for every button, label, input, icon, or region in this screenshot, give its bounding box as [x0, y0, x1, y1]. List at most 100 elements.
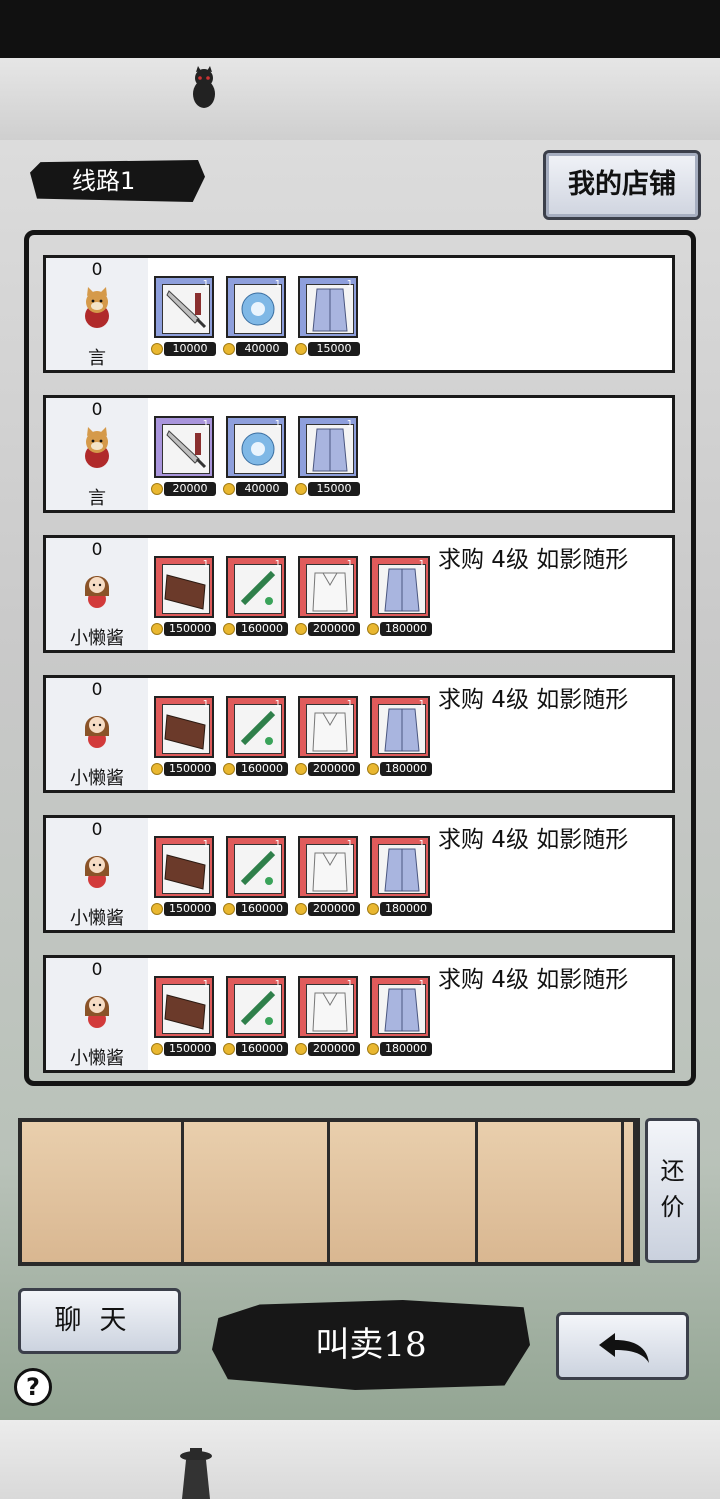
listing-card[interactable]: 0 小懒酱 1 150000 1 160000 1 200000 1 180000 求购 4级 如影…	[43, 675, 675, 793]
listing-count: 0	[91, 820, 103, 840]
price-row: 150000	[151, 1042, 221, 1056]
item-slot[interactable]: 1 180000	[367, 556, 432, 636]
girl-avatar-icon[interactable]	[79, 566, 115, 608]
seller-name: 言	[88, 488, 106, 509]
robe-icon	[378, 564, 426, 614]
item-tile: 1	[298, 696, 358, 758]
coin-icon	[223, 623, 235, 635]
girl-avatar-icon[interactable]	[79, 986, 115, 1028]
flute-icon	[234, 564, 282, 614]
price-row: 180000	[367, 1042, 437, 1056]
item-level: 1	[202, 419, 209, 430]
offer-slot[interactable]	[478, 1122, 624, 1262]
item-slot[interactable]: 1 160000	[223, 836, 288, 916]
offer-slot[interactable]	[330, 1122, 478, 1262]
robe-icon	[306, 424, 354, 474]
item-tile: 1	[226, 416, 286, 478]
item-tile: 1	[298, 416, 358, 478]
seller-panel: 0言	[46, 398, 148, 510]
item-slot[interactable]: 1 40000	[223, 416, 288, 496]
listing-card[interactable]: 0 言 1 20000 1 40000 1 15000	[43, 395, 675, 513]
robe-icon	[378, 844, 426, 894]
item-slot[interactable]: 1 200000	[295, 976, 360, 1056]
item-price: 180000	[380, 622, 432, 636]
girl-avatar-icon[interactable]	[79, 846, 115, 888]
item-slot[interactable]: 1 15000	[295, 276, 360, 356]
coin-icon	[151, 1043, 163, 1055]
item-level: 1	[418, 699, 425, 710]
item-slot[interactable]: 1 40000	[223, 276, 288, 356]
item-tile: 1	[226, 696, 286, 758]
cat-avatar-icon[interactable]	[79, 426, 115, 468]
coin-icon	[223, 1043, 235, 1055]
cat-avatar-icon[interactable]	[79, 286, 115, 328]
item-slot[interactable]: 1 160000	[223, 976, 288, 1056]
item-price: 200000	[308, 902, 360, 916]
item-tile: 1	[154, 276, 214, 338]
item-slot[interactable]: 1 200000	[295, 836, 360, 916]
help-button[interactable]: ?	[14, 1368, 52, 1406]
item-slot[interactable]: 1 15000	[295, 416, 360, 496]
wanted-request: 求购 4级 如影随形	[438, 967, 629, 993]
price-row: 40000	[223, 342, 293, 356]
item-slot[interactable]: 1 200000	[295, 556, 360, 636]
offer-slot[interactable]	[624, 1122, 636, 1262]
listing-count: 0	[91, 540, 103, 560]
coin-icon	[151, 623, 163, 635]
item-price: 160000	[236, 622, 288, 636]
listing-card[interactable]: 0 小懒酱 1 150000 1 160000 1 200000 1 180000 求购 4级 如影…	[43, 535, 675, 653]
route-label[interactable]: 线路1	[30, 160, 205, 202]
item-slot[interactable]: 1 150000	[151, 836, 216, 916]
girl-avatar-icon[interactable]	[79, 706, 115, 748]
listing-card[interactable]: 0 小懒酱 1 150000 1 160000 1 200000 1 180000 求购 4级 如影…	[43, 955, 675, 1073]
price-row: 200000	[295, 762, 365, 776]
listing-card[interactable]: 0 言 1 10000 1 40000 1 15000	[43, 255, 675, 373]
item-slot[interactable]: 1 160000	[223, 556, 288, 636]
item-slot[interactable]: 1 180000	[367, 976, 432, 1056]
item-slot[interactable]: 1 180000	[367, 836, 432, 916]
listing-count: 0	[91, 680, 103, 700]
back-button[interactable]	[556, 1312, 689, 1380]
coin-icon	[223, 763, 235, 775]
price-row: 160000	[223, 1042, 293, 1056]
item-level: 1	[418, 839, 425, 850]
item-level: 1	[202, 279, 209, 290]
item-price: 160000	[236, 1042, 288, 1056]
item-slot[interactable]: 1 150000	[151, 976, 216, 1056]
item-tile: 1	[298, 836, 358, 898]
price-row: 200000	[295, 622, 365, 636]
item-slot[interactable]: 1 180000	[367, 696, 432, 776]
plank-icon	[162, 564, 210, 614]
coin-icon	[367, 623, 379, 635]
item-slot[interactable]: 1 150000	[151, 696, 216, 776]
plank-icon	[162, 704, 210, 754]
item-slot[interactable]: 1 20000	[151, 416, 216, 496]
orb-icon	[234, 284, 282, 334]
item-slot[interactable]: 1 200000	[295, 696, 360, 776]
my-shop-button[interactable]: 我的店铺	[543, 150, 701, 220]
wanted-request: 求购 4级 如影随形	[438, 827, 629, 853]
item-slot[interactable]: 1 10000	[151, 276, 216, 356]
item-level: 1	[274, 979, 281, 990]
counter-offer-button[interactable]: 还价	[645, 1118, 700, 1263]
price-row: 200000	[295, 902, 365, 916]
price-row: 150000	[151, 762, 221, 776]
offer-slot[interactable]	[184, 1122, 330, 1262]
coin-icon	[223, 903, 235, 915]
listing-card[interactable]: 0 小懒酱 1 150000 1 160000 1 200000 1 180000 求购 4级 如影…	[43, 815, 675, 933]
chat-button[interactable]: 聊天	[18, 1288, 181, 1354]
seller-name: 小懒酱	[70, 908, 124, 929]
black-cat-icon	[193, 66, 215, 108]
item-price: 40000	[236, 342, 288, 356]
item-tile: 1	[226, 276, 286, 338]
item-slot[interactable]: 1 150000	[151, 556, 216, 636]
item-level: 1	[274, 559, 281, 570]
coin-icon	[295, 483, 307, 495]
hawk-button[interactable]: 叫卖18	[212, 1300, 530, 1390]
item-tile: 1	[370, 696, 430, 758]
coin-icon	[223, 483, 235, 495]
item-slot[interactable]: 1 160000	[223, 696, 288, 776]
item-tile: 1	[154, 976, 214, 1038]
seller-panel: 0 小懒酱	[46, 958, 148, 1070]
offer-slot[interactable]	[22, 1122, 184, 1262]
